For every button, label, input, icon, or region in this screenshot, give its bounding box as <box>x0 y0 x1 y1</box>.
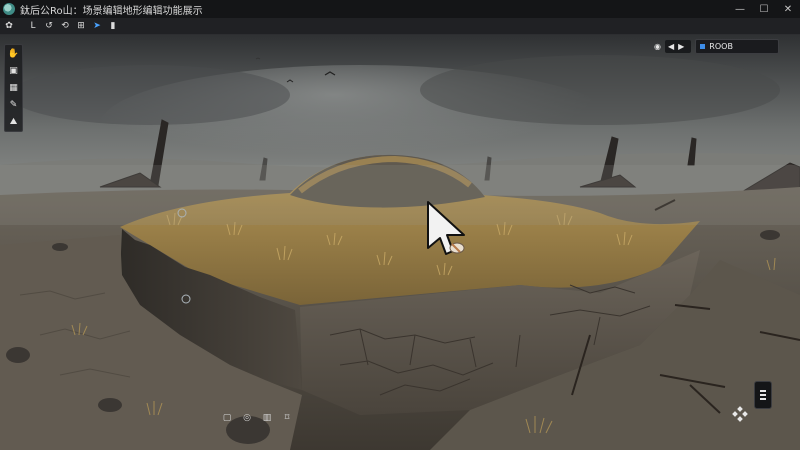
book-icon[interactable]: ▥ <box>260 411 274 425</box>
move-tool-icon[interactable]: L <box>26 19 40 33</box>
layout-icon[interactable]: ⊞ <box>74 19 88 33</box>
video-icon[interactable]: ▶ <box>678 40 684 53</box>
paint-icon[interactable]: ✎ <box>7 98 20 111</box>
close-button[interactable]: ✕ <box>776 0 800 18</box>
left-tool-palette: ✋ ▣ ▦ ✎ ⛰ <box>4 44 23 132</box>
settings-icon[interactable]: ✿ <box>2 19 16 33</box>
select-box-icon[interactable]: ▣ <box>7 65 20 78</box>
viewport-bottom-toolbar: ▢ ◎ ▥ ⌑ <box>220 410 300 426</box>
bookmark-icon[interactable]: ⌑ <box>280 411 294 425</box>
app-logo-icon <box>3 3 15 15</box>
title-bar: 鈦后公Ro山：场景编辑地形编辑功能展示 — ☐ ✕ <box>0 0 800 18</box>
rotate-tool-icon[interactable]: ↺ <box>42 19 56 33</box>
camera-icon[interactable]: ◉ <box>654 40 661 53</box>
color-swatch <box>700 43 706 49</box>
scene-viewport[interactable]: ✋ ▣ ▦ ✎ ⛰ ◉ ◀ ▶ ROOB ▢ ◎ ▥ ⌑ <box>0 35 800 450</box>
grid-icon[interactable]: ▦ <box>7 82 20 95</box>
main-toolbar: ✿ L ↺ ⟲ ⊞ ➤ ▮ <box>0 18 800 35</box>
send-icon[interactable]: ➤ <box>90 19 104 33</box>
orientation-gizmo-icon[interactable] <box>732 406 748 422</box>
hand-tool-icon[interactable]: ✋ <box>7 48 20 61</box>
audio-icon[interactable]: ◀ <box>668 40 674 53</box>
target-icon[interactable]: ◎ <box>240 411 254 425</box>
media-controls: ◀ ▶ <box>664 39 692 53</box>
scene-name-value: ROOB <box>709 41 733 51</box>
maximize-button[interactable]: ☐ <box>752 0 776 18</box>
undo-icon[interactable]: ⟲ <box>58 19 72 33</box>
terrain-scene[interactable] <box>0 35 800 450</box>
layers-panel-button[interactable] <box>754 381 772 409</box>
window-title: 鈦后公Ro山：场景编辑地形编辑功能展示 <box>20 5 203 17</box>
panel-icon[interactable]: ▮ <box>106 19 120 33</box>
terrain-tool-icon[interactable]: ⛰ <box>7 115 20 128</box>
select-icon[interactable]: ▢ <box>220 411 234 425</box>
window-controls: — ☐ ✕ <box>728 0 800 18</box>
viewport-top-right-controls: ◉ ◀ ▶ ROOB <box>654 38 780 54</box>
minimize-button[interactable]: — <box>728 0 752 18</box>
brush-cursor-icon <box>427 201 465 255</box>
scene-name-field[interactable]: ROOB <box>695 38 780 54</box>
